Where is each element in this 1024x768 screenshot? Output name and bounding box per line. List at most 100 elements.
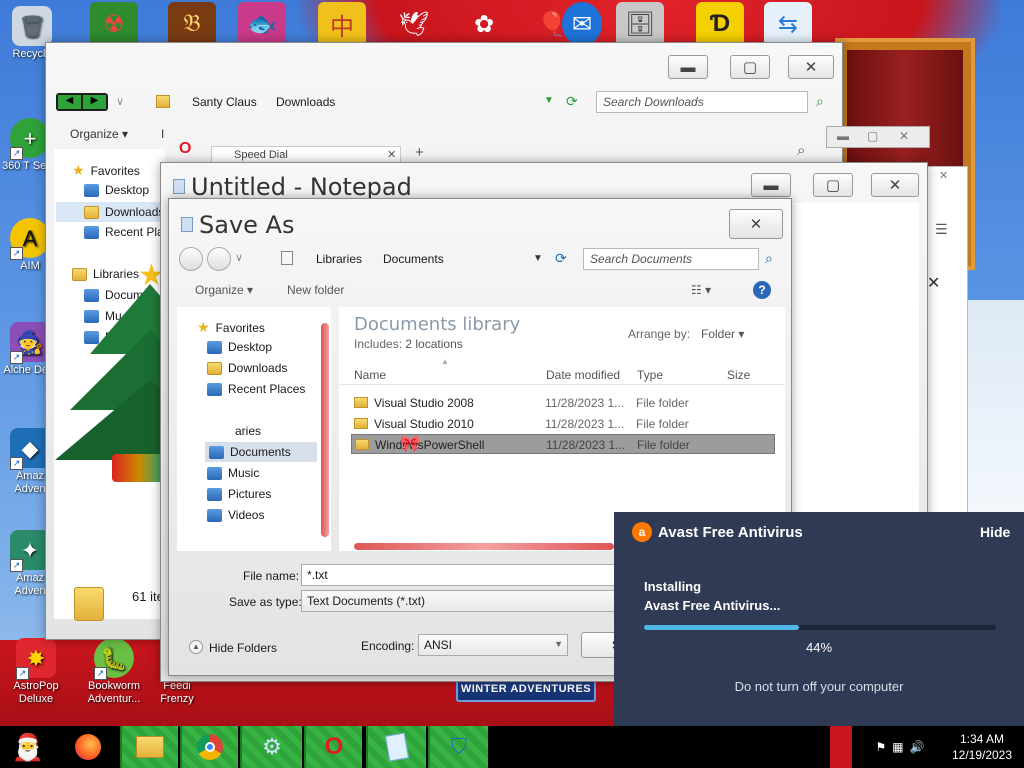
close-icon[interactable]: ✕	[927, 273, 940, 293]
astropop-icon: ✸ ↗	[16, 638, 56, 680]
column-name[interactable]: Name	[354, 368, 386, 382]
taskbar-opera[interactable]: O	[304, 726, 362, 768]
file-name-input[interactable]: *.txt	[301, 564, 621, 586]
videos-icon	[207, 508, 222, 522]
breadcrumb-santy-claus[interactable]: Santy Claus	[192, 95, 257, 109]
recent-locations-chevron-icon[interactable]: ∨	[116, 95, 124, 108]
desktop-icon-game[interactable]: ☢	[90, 2, 138, 46]
save-as-close-button[interactable]: ✕	[729, 209, 783, 239]
close-icon[interactable]: ✕	[899, 129, 909, 143]
explorer-maximize-button[interactable]: ▢	[730, 55, 770, 79]
breadcrumb-downloads[interactable]: Downloads	[276, 95, 335, 109]
desktop-icon-cabinet[interactable]: 🗄	[616, 2, 664, 46]
desktop-icon-book[interactable]: 𝔅	[168, 2, 216, 46]
volume-icon[interactable]: 🔊	[910, 740, 925, 754]
address-dropdown-icon[interactable]: ▼	[533, 253, 543, 264]
breadcrumb-libraries[interactable]: Libraries	[316, 252, 362, 266]
recent-pages-chevron-icon[interactable]: ∨	[235, 251, 243, 264]
close-tab-icon[interactable]: ✕	[387, 148, 396, 161]
forward-button[interactable]: ▶	[83, 95, 106, 109]
help-icon[interactable]: ?	[753, 281, 771, 299]
forward-button[interactable]	[207, 247, 231, 271]
taskbar-firefox[interactable]	[60, 726, 116, 768]
close-icon[interactable]: ✕	[939, 169, 948, 182]
save-as-nav-recent[interactable]: Recent Places	[207, 382, 305, 396]
file-list-horizontal-scrollbar[interactable]	[354, 543, 614, 550]
flag-icon[interactable]: ⚑	[875, 740, 886, 754]
explorer-organize-menu[interactable]: Organize ▾	[70, 127, 128, 141]
view-options-icon[interactable]: ☷ ▾	[691, 283, 711, 297]
hide-folders-chevron-icon[interactable]: ▲	[189, 640, 203, 654]
taskbar-clock[interactable]: 1:34 AM 12/19/2023	[944, 731, 1020, 763]
desktop-icon-mahjong[interactable]: 中	[318, 2, 366, 46]
column-size[interactable]: Size	[727, 368, 750, 382]
explorer-nav-favorites[interactable]: ★ Favorites	[72, 162, 140, 179]
minimize-icon[interactable]: ▬	[837, 129, 849, 143]
desktop-icon-messenger[interactable]: ✉	[562, 2, 602, 46]
desktop-icon-teamviewer[interactable]: ⇆	[764, 2, 812, 46]
file-date: 11/28/2023 1...	[545, 396, 625, 410]
library-includes-value[interactable]: 2 locations	[405, 337, 462, 351]
save-as-nav-scrollbar[interactable]	[321, 323, 329, 537]
settings-icon[interactable]: ☰	[935, 221, 948, 238]
refresh-icon[interactable]: ⟳	[555, 250, 567, 267]
back-button[interactable]	[179, 247, 203, 271]
desktop-icon-bird[interactable]: 🕊	[390, 2, 438, 46]
notepad-maximize-button[interactable]: ▢	[813, 173, 853, 197]
desktop-icon-bookworm[interactable]: 🐛 ↗ Bookworm Adventur...	[84, 638, 144, 706]
save-as-type-select[interactable]: Text Documents (*.txt)	[301, 590, 621, 612]
breadcrumb-documents[interactable]: Documents	[383, 252, 444, 266]
taskbar-chrome[interactable]	[180, 726, 238, 768]
maximize-icon[interactable]: ▢	[867, 129, 878, 143]
save-as-nav-favorites[interactable]: ★ Favorites	[197, 319, 265, 336]
desktop-icon-fish[interactable]: 🐟	[238, 2, 286, 46]
taskbar-app[interactable]: ⚙	[240, 726, 302, 768]
taskbar-explorer[interactable]	[120, 726, 178, 768]
search-icon[interactable]: ⌕	[816, 93, 824, 110]
explorer-minimize-button[interactable]: ▬	[668, 55, 708, 79]
search-icon[interactable]: ⌕	[765, 250, 773, 267]
explorer-close-button[interactable]: ✕	[788, 55, 834, 79]
save-as-nav-documents[interactable]: Documents	[205, 442, 317, 462]
notepad-close-button[interactable]: ✕	[871, 173, 919, 197]
save-as-nav-desktop[interactable]: Desktop	[207, 340, 272, 354]
encoding-select[interactable]: ANSI ▼	[418, 634, 568, 656]
new-tab-icon[interactable]: +	[415, 144, 424, 161]
star-icon: ★	[72, 162, 85, 178]
save-as-nav-music[interactable]: Music	[207, 466, 259, 480]
explorer-nav-downloads[interactable]: Downloads	[56, 202, 166, 222]
desktop-icon-d[interactable]: Ɗ	[696, 2, 744, 46]
address-dropdown-icon[interactable]: ▼	[544, 95, 554, 106]
new-folder-button[interactable]: New folder	[287, 283, 344, 297]
browser-search-icon[interactable]: ⌕	[797, 142, 805, 159]
bookworm-icon: 🐛 ↗	[94, 638, 134, 680]
taskbar-show-hidden[interactable]	[830, 726, 852, 768]
desktop-icon-astropop[interactable]: ✸ ↗ AstroPop Deluxe	[6, 638, 66, 706]
network-icon[interactable]: ▦	[892, 740, 903, 754]
back-button[interactable]: ◀	[58, 95, 81, 109]
save-as-nav-libraries[interactable]: aries	[235, 424, 261, 438]
file-row-vs2010[interactable]: Visual Studio 2010 11/28/2023 1... File …	[351, 414, 775, 434]
taskbar-notepad[interactable]	[366, 726, 426, 768]
save-as-nav-videos[interactable]: Videos	[207, 508, 264, 522]
hide-folders-button[interactable]: Hide Folders	[209, 641, 277, 655]
explorer-nav-recent[interactable]: Recent Plac	[84, 225, 170, 239]
explorer-nav-desktop[interactable]: Desktop	[84, 183, 149, 197]
column-date-modified[interactable]: Date modified	[546, 368, 620, 382]
background-window-controls: ▬ ▢ ✕	[826, 126, 930, 148]
save-as-organize-menu[interactable]: Organize ▾	[195, 283, 253, 297]
file-row-vs2008[interactable]: Visual Studio 2008 11/28/2023 1... File …	[351, 393, 775, 413]
taskbar-security[interactable]: ⛉	[428, 726, 488, 768]
column-type[interactable]: Type	[637, 368, 663, 382]
arrange-by-dropdown[interactable]: Folder ▾	[701, 327, 744, 341]
notepad-minimize-button[interactable]: ▬	[751, 173, 791, 197]
start-button[interactable]: 🎅	[0, 726, 56, 768]
opera-logo-icon[interactable]: O	[179, 140, 191, 158]
save-as-search-input[interactable]: Search Documents	[583, 248, 759, 270]
save-as-nav-pictures[interactable]: Pictures	[207, 487, 271, 501]
explorer-search-input[interactable]: Search Downloads	[596, 91, 808, 113]
desktop-icon-flower[interactable]: ✿	[460, 2, 508, 46]
avast-hide-button[interactable]: Hide	[980, 524, 1010, 540]
save-as-nav-downloads[interactable]: Downloads	[207, 361, 287, 375]
refresh-icon[interactable]: ⟳	[566, 93, 578, 110]
